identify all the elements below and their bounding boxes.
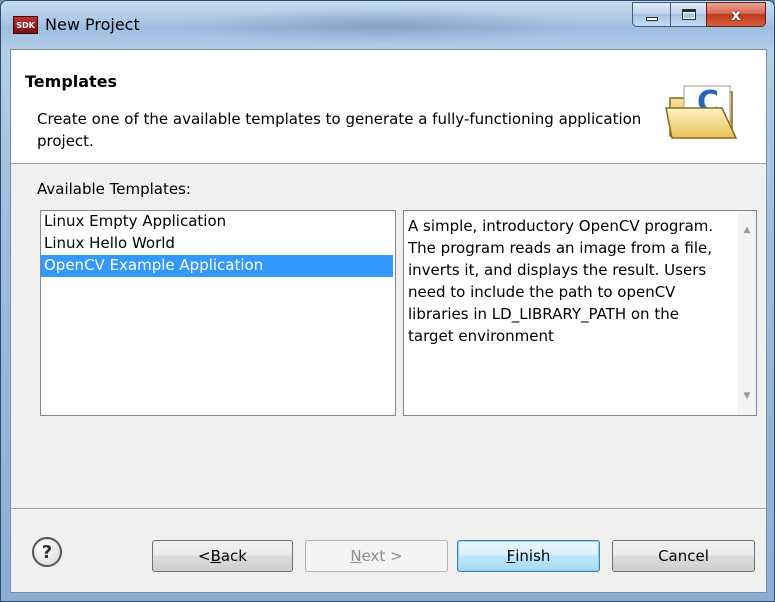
wizard-banner: Templates Create one of the available te… [11, 50, 766, 164]
button-bar-separator [11, 508, 766, 510]
close-button[interactable]: x [706, 2, 766, 27]
template-description-box[interactable]: A simple, introductory OpenCV program. T… [403, 210, 757, 416]
cancel-button-label: Cancel [658, 547, 709, 565]
maximize-icon [681, 9, 696, 20]
cancel-button[interactable]: Cancel [612, 540, 755, 572]
finish-button-mnemonic: F [506, 547, 516, 565]
caption-buttons: x [632, 2, 766, 27]
folder-c-icon: C [665, 85, 738, 139]
minimize-icon [645, 16, 658, 21]
scroll-up-arrow-icon[interactable]: ▲ [742, 225, 752, 235]
available-templates-label: Available Templates: [37, 180, 191, 198]
finish-button[interactable]: Finish [457, 540, 600, 572]
page-description: Create one of the available templates to… [37, 110, 642, 150]
page-title: Templates [25, 72, 118, 91]
back-button-prefix: < [197, 547, 211, 565]
back-button[interactable]: < Back [152, 540, 293, 572]
finish-button-label-rest: inish [515, 547, 551, 565]
title-bar[interactable]: SDK New Project x [1, 1, 774, 49]
template-description-text: A simple, introductory OpenCV program. T… [408, 217, 714, 345]
list-item-linux-hello-world[interactable]: Linux Hello World [41, 233, 395, 255]
next-button[interactable]: Next > [305, 540, 448, 572]
title-bar-glass [171, 7, 591, 43]
templates-list[interactable]: Linux Empty Application Linux Hello Worl… [40, 210, 396, 416]
scroll-down-arrow-icon[interactable]: ▼ [742, 391, 752, 401]
list-item-opencv-example-application[interactable]: OpenCV Example Application [41, 255, 393, 277]
new-project-window: SDK New Project x Templates Create one o… [0, 0, 775, 602]
maximize-button[interactable] [670, 2, 706, 27]
sdk-app-icon: SDK [13, 16, 38, 34]
help-button[interactable]: ? [32, 537, 62, 567]
list-item-linux-empty-application[interactable]: Linux Empty Application [41, 211, 395, 233]
dialog-client-area: Templates Create one of the available te… [10, 49, 767, 593]
close-icon: x [731, 5, 741, 24]
window-title: New Project [45, 15, 140, 34]
description-scrollbar[interactable]: ▲ ▼ [738, 211, 756, 415]
next-button-mnemonic: N [350, 547, 362, 565]
minimize-button[interactable] [632, 2, 670, 27]
next-button-label-rest: ext > [361, 547, 403, 565]
back-button-label-rest: ack [220, 547, 247, 565]
back-button-mnemonic: B [210, 547, 221, 565]
help-icon: ? [41, 541, 53, 563]
